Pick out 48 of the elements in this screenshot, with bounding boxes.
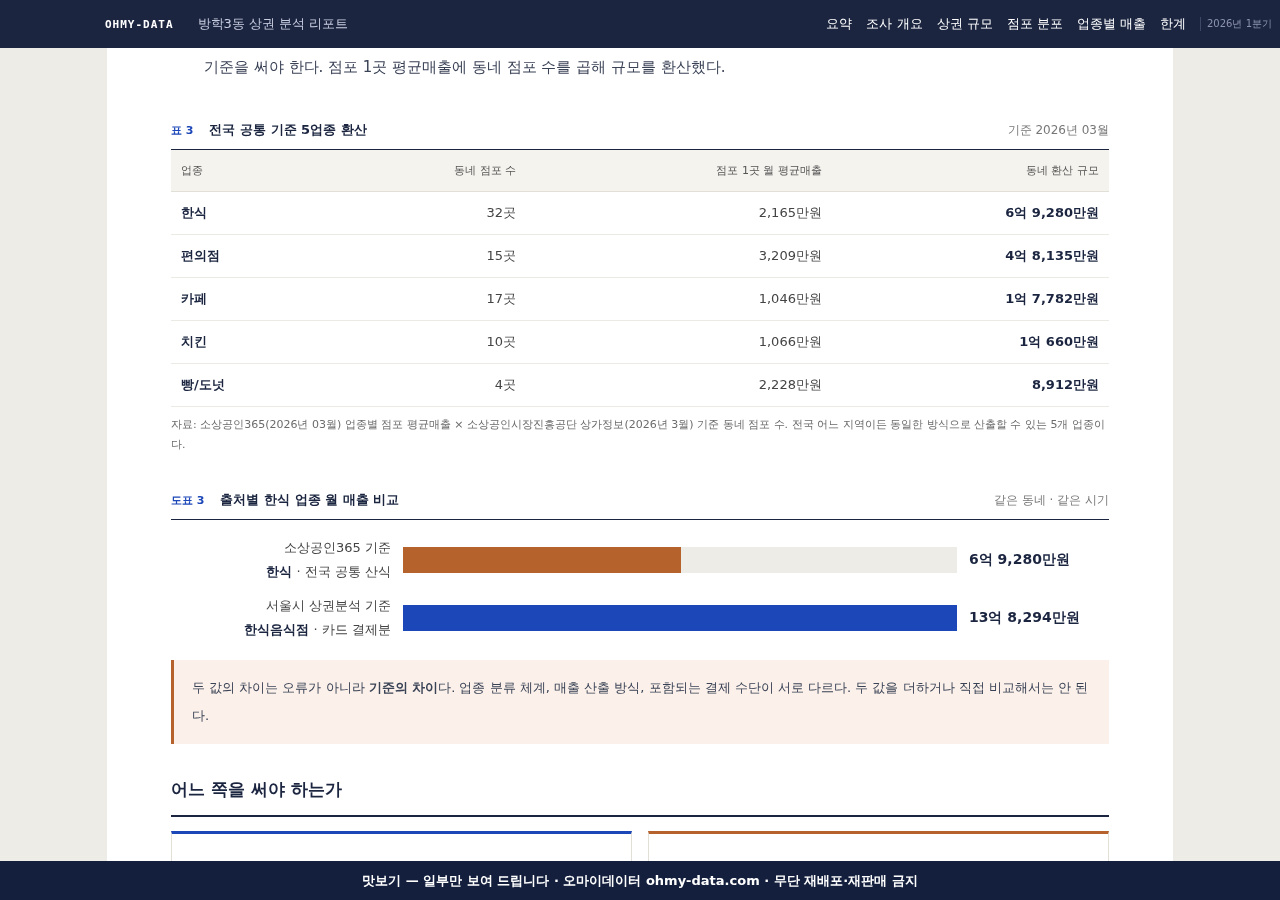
table-cell: 17곳 xyxy=(326,277,527,321)
table-cell: 빵/도넛 xyxy=(171,363,327,407)
period-label: 2026년 1분기 xyxy=(1200,17,1272,31)
nav-link[interactable]: 상권 규모 xyxy=(936,15,993,33)
table-cell: 1억 660만원 xyxy=(831,320,1109,364)
table-cell: 1,046만원 xyxy=(526,277,832,321)
table-cell: 4억 8,135만원 xyxy=(831,234,1109,278)
table-note: 기준 2026년 03월 xyxy=(1007,122,1109,139)
source-note: 자료: 소상공인365(2026년 03월) 업종별 점포 평균매출 × 소상공인시장진흥공단 상가정보(2026년 3월) 기준 동네 점포 수. 전국 어느 지역이든 동일한 방식으로 산출할 수 있는 5개 업종이다. xyxy=(171,417,1106,453)
table-cell: 한식 xyxy=(171,191,327,235)
column-header: 업종 xyxy=(171,150,327,192)
table-cell: 2,165만원 xyxy=(526,191,832,235)
table-cell: 1억 7,782만원 xyxy=(831,277,1109,321)
value-label: 6억 9,280만원 xyxy=(969,551,1070,569)
report-title: 방학3동 상권 분석 리포트 xyxy=(197,15,349,33)
bar-label: 서울시 상권분석 기준 한식음식점 · 카드 결제분 xyxy=(243,597,392,639)
table-cell: 10곳 xyxy=(326,320,527,364)
paragraph: 기준을 써야 한다. 점포 1곳 평균매출에 동네 점포 수를 곱해 규모를 환산했다. xyxy=(204,58,727,77)
table-cell: 2,228만원 xyxy=(526,363,832,407)
figure-note: 같은 동네 · 같은 시기 xyxy=(993,492,1109,509)
table-cell: 치킨 xyxy=(171,320,327,364)
table-cell: 8,912만원 xyxy=(831,363,1109,407)
figure-number: 도표 3 xyxy=(171,493,205,508)
table-cell: 32곳 xyxy=(326,191,527,235)
table-number: 표 3 xyxy=(171,123,194,138)
section-heading: 어느 쪽을 써야 하는가 xyxy=(171,778,1109,817)
nav-link[interactable]: 점포 분포 xyxy=(1006,15,1063,33)
nav-link[interactable]: 요약 xyxy=(826,15,853,33)
preview-banner: 맛보기 — 일부만 보여 드립니다 · 오마이데이터 ohmy-data.com · 무단 재배포·재판매 금지 xyxy=(0,861,1280,900)
callout-note: 두 값의 차이는 오류가 아니라 기준의 차이다. 업종 분류 체계, 매출 산출 방식, 포함되는 결제 수단이 서로 다르다. 두 값을 더하거나 직접 비교해서는 안 된다. xyxy=(171,660,1109,744)
column-header: 동네 점포 수 xyxy=(326,150,527,192)
value-label: 13억 8,294만원 xyxy=(969,609,1080,627)
column-header: 점포 1곳 월 평균매출 xyxy=(526,150,832,192)
nav-link[interactable]: 한계 xyxy=(1160,15,1186,33)
table-cell: 편의점 xyxy=(171,234,327,278)
table-cell: 6억 9,280만원 xyxy=(831,191,1109,235)
figure-title: 출처별 한식 업종 월 매출 비교 xyxy=(220,491,400,509)
nav-link[interactable]: 업종별 매출 xyxy=(1076,15,1146,33)
bar-label: 소상공인365 기준 한식 · 전국 공통 산식 xyxy=(265,539,392,581)
nav-link[interactable]: 조사 개요 xyxy=(866,15,923,33)
column-header: 동네 환산 규모 xyxy=(831,150,1109,192)
table-cell: 카페 xyxy=(171,277,327,321)
table-cell: 3,209만원 xyxy=(526,234,832,278)
table-title: 전국 공통 기준 5업종 환산 xyxy=(209,121,367,139)
table-cell: 4곳 xyxy=(326,363,527,407)
logo[interactable]: OHMY-DATA xyxy=(105,17,174,31)
table-cell: 1,066만원 xyxy=(526,320,832,364)
table-cell: 15곳 xyxy=(326,234,527,278)
